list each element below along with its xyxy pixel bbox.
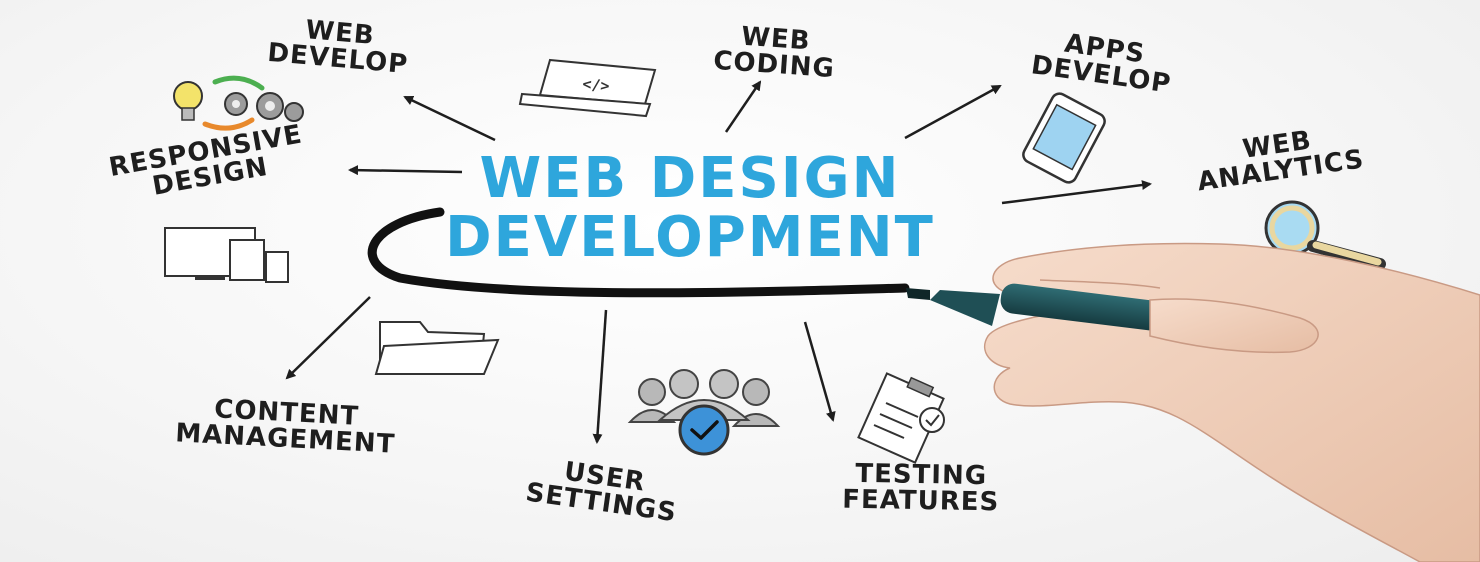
central-title: WEB DESIGN DEVELOPMENT: [440, 146, 940, 270]
lightbulb-gears-icon: [173, 75, 304, 131]
arrow-apps-develop: [904, 84, 1002, 140]
diagram-canvas: </> WEB DESIGN DEVELOPMENT WEB DEVELOP W…: [0, 0, 1480, 562]
arrow-web-coding: [724, 80, 762, 133]
node-web-coding: WEB CODING: [688, 20, 861, 85]
clipboard-icon: [857, 372, 945, 464]
arrow-web-analytics: [1001, 180, 1152, 205]
arrow-content-management: [285, 296, 371, 380]
devices-icon: [164, 227, 289, 283]
arrow-testing-features: [803, 321, 836, 422]
arrow-web-develop: [403, 95, 496, 142]
title-line-2: DEVELOPMENT: [445, 204, 935, 270]
node-testing-features-line2: FEATURES: [842, 484, 1000, 518]
users-icon: [627, 369, 781, 456]
arrow-user-settings: [592, 309, 608, 444]
folder-icon: [374, 321, 500, 375]
laptop-code-icon: </>: [518, 58, 657, 118]
title-line-1: WEB DESIGN: [479, 146, 901, 211]
code-glyph: </>: [582, 75, 611, 95]
node-testing-features: TESTING FEATURES: [816, 459, 1027, 518]
smartphone-icon: [1022, 92, 1106, 184]
diagram-graphics: </>: [164, 58, 1480, 562]
